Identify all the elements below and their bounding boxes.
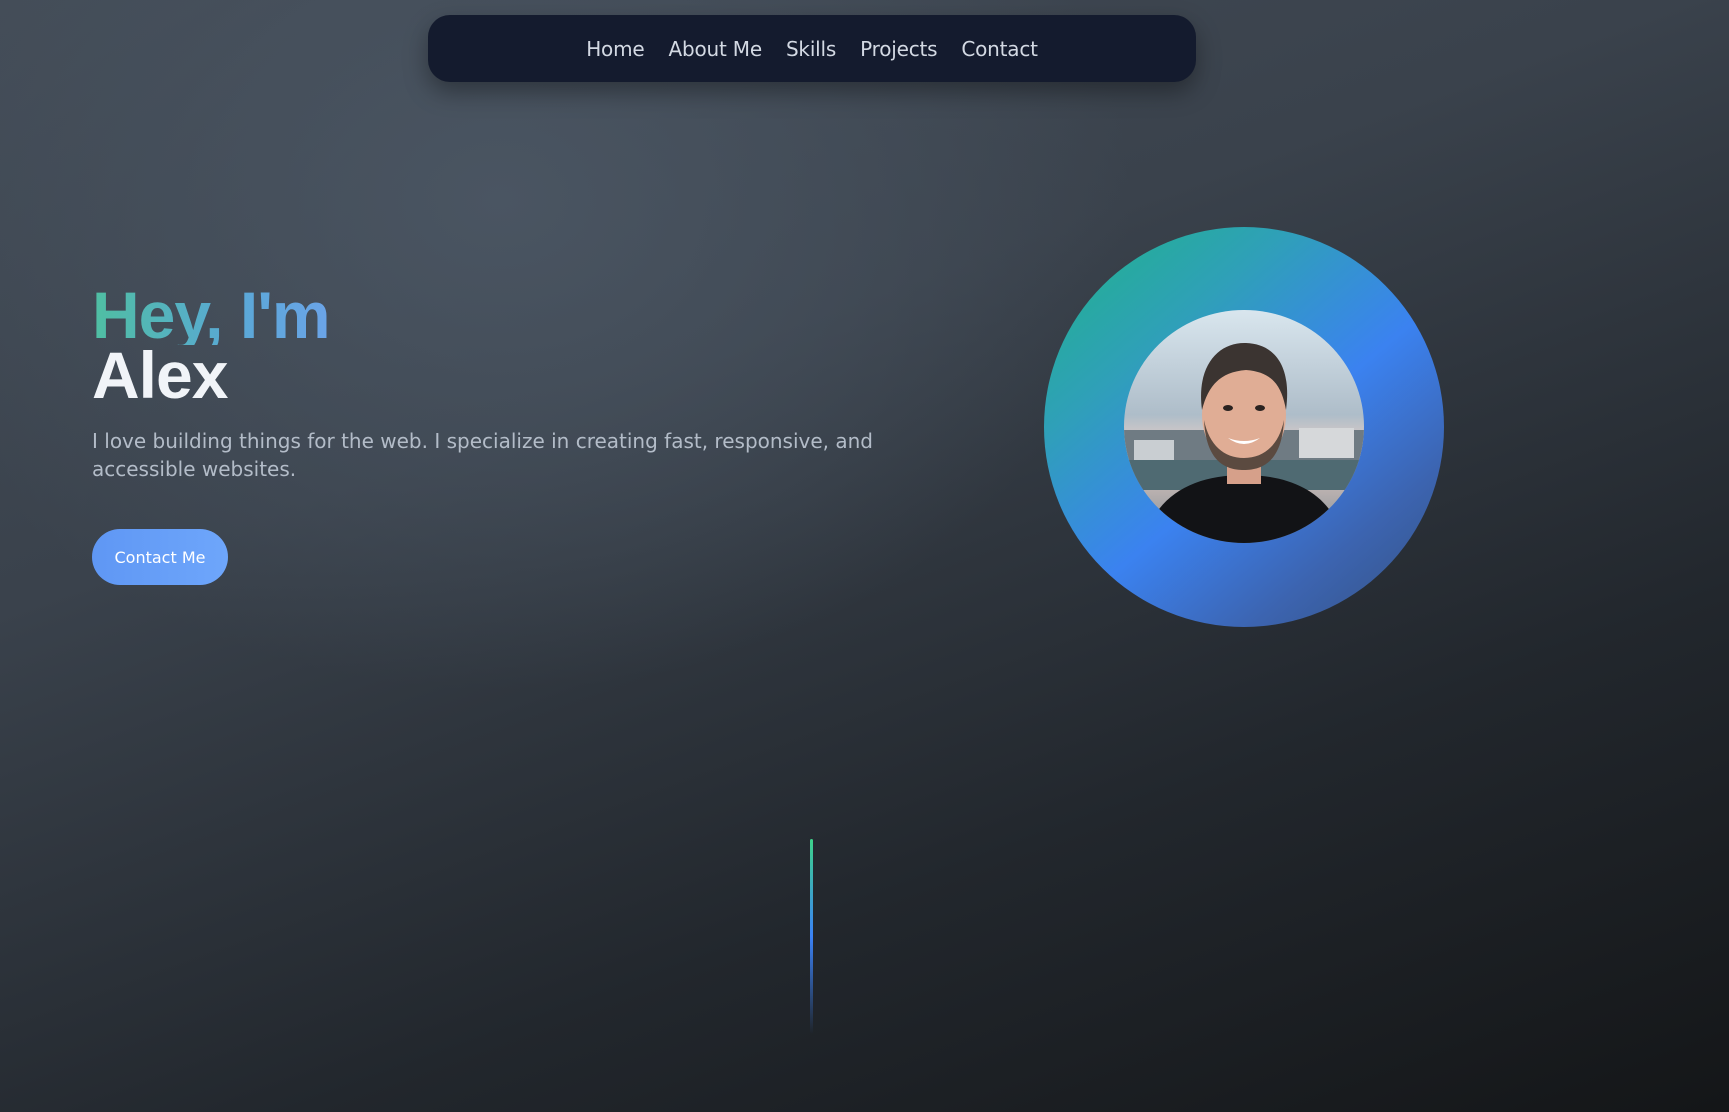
nav-contact-link[interactable]: Contact	[961, 37, 1038, 61]
avatar-ring	[1044, 227, 1444, 627]
profile-photo-icon	[1124, 310, 1364, 543]
nav-about-link[interactable]: About Me	[668, 37, 762, 61]
scroll-indicator	[810, 839, 813, 1034]
hero-name: Alex	[92, 338, 228, 412]
contact-me-button[interactable]: Contact Me	[92, 529, 228, 585]
hero-section: Hey, I'm Alex I love building things for…	[92, 278, 972, 585]
hero-tagline: I love building things for the web. I sp…	[92, 429, 874, 481]
nav-home-link[interactable]: Home	[586, 37, 644, 61]
avatar	[1124, 310, 1364, 543]
nav-skills-link[interactable]: Skills	[786, 37, 836, 61]
top-nav: Home About Me Skills Projects Contact	[428, 15, 1196, 82]
hero-greeting: Hey, I'm	[92, 278, 331, 352]
nav-projects-link[interactable]: Projects	[860, 37, 937, 61]
